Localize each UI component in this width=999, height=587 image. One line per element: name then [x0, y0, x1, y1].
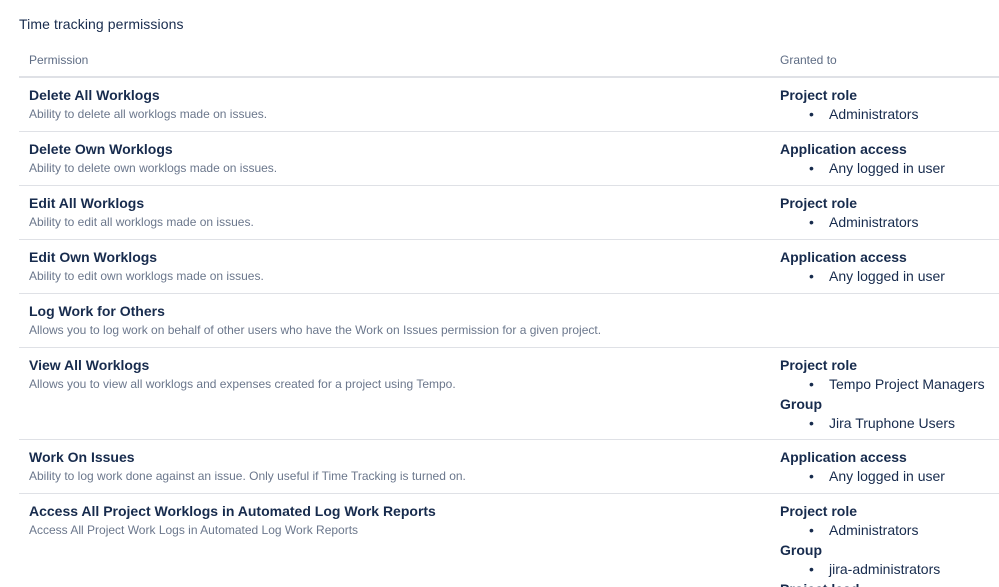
permission-cell: Delete Own Worklogs Ability to delete own…: [19, 131, 770, 186]
grantee-name: Any logged in user: [829, 468, 945, 484]
permission-description: Ability to delete all worklogs made on i…: [29, 107, 268, 121]
granted-to-cell: [770, 293, 999, 348]
table-header-row: Permission Granted to: [19, 44, 999, 78]
bullet-icon: •: [809, 160, 814, 176]
grantee-name: Any logged in user: [829, 160, 945, 176]
section-title: Time tracking permissions: [19, 16, 184, 32]
grant-list: • Jira Truphone Users: [780, 414, 999, 433]
grant-list-item: • Any logged in user: [809, 267, 999, 286]
grantee-name: Administrators: [829, 106, 919, 122]
table-row: Delete Own Worklogs Ability to delete own…: [19, 131, 999, 186]
bullet-icon: •: [809, 468, 814, 484]
grantee-name: Administrators: [829, 522, 919, 538]
grant-type: Project lead: [780, 581, 999, 587]
permission-cell: Work On Issues Ability to log work done a…: [19, 439, 770, 494]
bullet-icon: •: [809, 214, 814, 230]
permission-cell: Edit Own Worklogs Ability to edit own wor…: [19, 239, 770, 294]
grant-list: • Administrators: [780, 105, 999, 124]
permission-cell: View All Worklogs Allows you to view all …: [19, 347, 770, 440]
permission-name: Access All Project Worklogs in Automated…: [29, 503, 436, 519]
grantee-name: Administrators: [829, 214, 919, 230]
table-row: Edit All Worklogs Ability to edit all wor…: [19, 185, 999, 240]
grantee-name: Any logged in user: [829, 268, 945, 284]
permission-description: Ability to edit all worklogs made on iss…: [29, 215, 254, 229]
permission-name: View All Worklogs: [29, 357, 150, 373]
permission-name: Edit All Worklogs: [29, 195, 145, 211]
grant-list-item: • Any logged in user: [809, 467, 999, 486]
granted-to-cell: Application access • Any logged in user: [770, 131, 999, 186]
permission-name: Delete Own Worklogs: [29, 141, 173, 157]
bullet-icon: •: [809, 561, 814, 577]
grant-list: • Administrators: [780, 213, 999, 232]
permission-name: Log Work for Others: [29, 303, 165, 319]
grantee-name: jira-administrators: [829, 561, 941, 577]
permission-description: Access All Project Work Logs in Automate…: [29, 523, 359, 537]
grant-list: • Tempo Project Managers: [780, 375, 999, 394]
table-row: Access All Project Worklogs in Automated…: [19, 493, 999, 587]
permissions-table-body: Delete All Worklogs Ability to delete all…: [19, 77, 999, 587]
permission-cell: Access All Project Worklogs in Automated…: [19, 493, 770, 587]
grant-list-item: • Administrators: [809, 521, 999, 540]
permission-cell: Log Work for Others Allows you to log wor…: [19, 293, 770, 348]
grant-type: Group: [780, 542, 822, 558]
grant-list-item: • Jira Truphone Users: [809, 414, 999, 433]
grantee-name: Jira Truphone Users: [829, 415, 956, 431]
grant-list: • Administrators: [780, 521, 999, 540]
granted-to-cell: Project role • Administrators: [770, 185, 999, 240]
permission-description: Allows you to log work on behalf of othe…: [29, 323, 602, 337]
permission-name: Work On Issues: [29, 449, 135, 465]
column-header-granted-to: Granted to: [770, 44, 999, 78]
grant-list-item: • Administrators: [809, 213, 999, 232]
bullet-icon: •: [809, 522, 814, 538]
table-row: Log Work for Others Allows you to log wor…: [19, 293, 999, 348]
bullet-icon: •: [809, 376, 814, 392]
grant-list: • jira-administrators: [780, 560, 999, 579]
permissions-table: Permission Granted to Delete All Worklog…: [19, 44, 999, 587]
permission-description: Ability to delete own worklogs made on i…: [29, 161, 278, 175]
grant-list: • Any logged in user: [780, 467, 999, 486]
bullet-icon: •: [809, 106, 814, 122]
grantee-name: Tempo Project Managers: [829, 376, 985, 392]
permission-description: Ability to log work done against an issu…: [29, 469, 466, 483]
grant-type: Project role: [780, 503, 858, 519]
grant-type: Group: [780, 396, 822, 412]
granted-to-cell: Project role • Administrators Group • jira-ad…: [770, 493, 999, 587]
grant-type: Project role: [780, 195, 858, 211]
permission-name: Delete All Worklogs: [29, 87, 160, 103]
permission-name: Edit Own Worklogs: [29, 249, 158, 265]
table-row: Work On Issues Ability to log work done a…: [19, 439, 999, 494]
permission-description: Ability to edit own worklogs made on iss…: [29, 269, 264, 283]
grant-type: Application access: [780, 141, 907, 157]
grant-list: • Any logged in user: [780, 267, 999, 286]
grant-type: Application access: [780, 449, 907, 465]
table-row: Delete All Worklogs Ability to delete all…: [19, 77, 999, 132]
grant-type: Application access: [780, 249, 907, 265]
table-row: Edit Own Worklogs Ability to edit own wor…: [19, 239, 999, 294]
granted-to-cell: Project role • Administrators: [770, 77, 999, 132]
grant-list-item: • Tempo Project Managers: [809, 375, 999, 394]
bullet-icon: •: [809, 268, 814, 284]
grant-list: • Any logged in user: [780, 159, 999, 178]
permission-cell: Edit All Worklogs Ability to edit all wor…: [19, 185, 770, 240]
grant-list-item: • jira-administrators: [809, 560, 999, 579]
grant-list-item: • Any logged in user: [809, 159, 999, 178]
bullet-icon: •: [809, 415, 814, 431]
table-row: View All Worklogs Allows you to view all …: [19, 347, 999, 440]
grant-type: Project role: [780, 357, 858, 373]
granted-to-cell: Project role • Tempo Project Managers Group…: [770, 347, 999, 440]
permission-description: Allows you to view all worklogs and expe…: [29, 377, 456, 391]
granted-to-cell: Application access • Any logged in user: [770, 439, 999, 494]
column-header-permission: Permission: [19, 44, 770, 78]
granted-to-cell: Application access • Any logged in user: [770, 239, 999, 294]
grant-type: Project role: [780, 87, 858, 103]
grant-list-item: • Administrators: [809, 105, 999, 124]
permission-cell: Delete All Worklogs Ability to delete all…: [19, 77, 770, 132]
